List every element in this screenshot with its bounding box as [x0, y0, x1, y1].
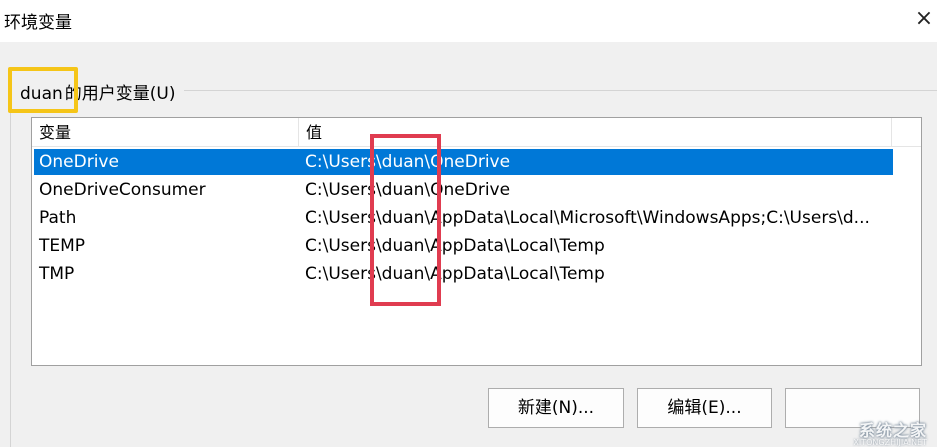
window-title: 环境变量 — [4, 13, 72, 33]
user-variables-list[interactable]: 变量 值 OneDrive C:\Users\duan\OneDrive One… — [31, 117, 922, 366]
edit-button[interactable]: 编辑(E)... — [637, 388, 772, 428]
cell-variable-name: TEMP — [39, 236, 86, 256]
cell-variable-name: OneDriveConsumer — [39, 180, 206, 200]
group-label-suffix: 的用户变量(U) — [64, 84, 176, 104]
username-path-highlight-box — [370, 134, 441, 306]
watermark-url: XITONGZHIJIA.NET — [853, 438, 927, 447]
new-button[interactable]: 新建(N)... — [488, 388, 624, 428]
list-row-path[interactable]: Path C:\Users\duan\AppData\Local\Microso… — [34, 205, 893, 231]
list-row-onedriveconsumer[interactable]: OneDriveConsumer C:\Users\duan\OneDrive — [34, 177, 893, 203]
list-row-tmp[interactable]: TMP C:\Users\duan\AppData\Local\Temp — [34, 261, 893, 287]
cell-variable-name: OneDrive — [39, 152, 119, 172]
cell-variable-name: TMP — [39, 264, 75, 284]
close-icon[interactable]: × — [911, 4, 937, 34]
username-highlight-box — [8, 67, 78, 113]
group-box-border-top — [184, 90, 937, 91]
cell-variable-name: Path — [39, 208, 77, 228]
group-box-border-left — [10, 110, 11, 447]
list-header: 变量 值 — [32, 118, 921, 147]
column-header-variable[interactable]: 变量 — [32, 118, 299, 147]
list-row-temp[interactable]: TEMP C:\Users\duan\AppData\Local\Temp — [34, 233, 893, 259]
list-row-onedrive[interactable]: OneDrive C:\Users\duan\OneDrive — [34, 149, 893, 175]
title-bar: 环境变量 × — [0, 0, 937, 42]
